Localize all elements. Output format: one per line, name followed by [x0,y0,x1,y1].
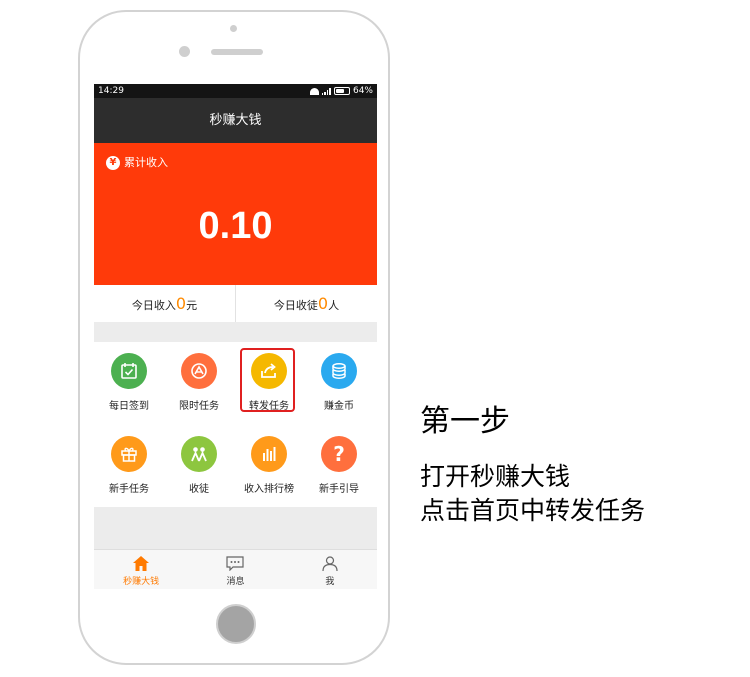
today-income-value: 0 [175,294,187,313]
app-title: 秒赚大钱 [94,98,377,143]
gift-icon [111,436,147,472]
status-time: 14:29 [98,86,124,96]
today-income-unit: 元 [186,299,198,312]
bar-chart-icon [251,436,287,472]
grid-label: 新手任务 [109,484,149,495]
caption-title: 第一步 [420,404,510,439]
grid-label: 收入排行榜 [244,484,294,495]
home-icon [133,556,150,575]
yen-icon: ¥ [106,156,120,170]
user-icon [322,556,338,575]
tab-home-label: 秒赚大钱 [123,577,160,587]
today-recruit-label: 今日收徒 [273,299,318,312]
tab-messages[interactable]: 消息 [188,550,282,589]
caption-line-2: 点击首页中转发任务 [420,496,646,525]
tab-home[interactable]: 秒赚大钱 [94,550,188,589]
question-icon: ? [321,436,357,472]
front-camera [179,46,190,57]
share-task-highlight [240,348,295,412]
message-icon [226,556,245,575]
instruction-caption: 第一步 打开秒赚大钱 点击首页中转发任务 [420,402,645,528]
people-icon [181,436,217,472]
today-recruit-value: 0 [317,294,329,313]
feature-grid: 每日签到 限时任务 转发任务 赚金币 新手任务 收徒 收入排行榜 ? 新手引导 [94,342,377,507]
wifi-icon [309,87,319,95]
caption-line-1: 打开秒赚大钱 [420,462,571,491]
status-indicators: 64% [309,84,373,98]
grid-label: 收徒 [189,484,209,495]
tab-me[interactable]: 我 [283,550,377,589]
grid-item-timed-task[interactable]: 限时任务 [164,342,234,412]
today-income: 今日收入0元 [94,285,235,322]
grid-item-recruit[interactable]: 收徒 [164,425,234,495]
signal-icon [321,87,331,95]
grid-item-income-ranking[interactable]: 收入排行榜 [234,425,304,495]
grid-label: 每日签到 [109,401,149,412]
today-recruit: 今日收徒0人 [235,285,377,322]
battery-icon [333,87,350,95]
today-income-label: 今日收入 [131,299,176,312]
grid-item-earn-coins[interactable]: 赚金币 [304,342,374,412]
timer-icon [181,353,217,389]
income-panel: ¥ 累计收入 0.10 [94,143,377,285]
tab-me-label: 我 [325,577,335,587]
grid-item-newbie-guide[interactable]: ? 新手引导 [304,425,374,495]
battery-percent: 64% [352,86,373,96]
phone-sensor-dot [230,25,237,32]
phone-speaker [211,49,263,55]
stats-row: 今日收入0元 今日收徒0人 [94,285,377,322]
coins-icon [321,353,357,389]
income-label: 累计收入 [124,156,168,169]
grid-item-newbie-task[interactable]: 新手任务 [94,425,164,495]
calendar-check-icon [111,353,147,389]
grid-label: 赚金币 [324,401,354,412]
home-button[interactable] [216,604,256,644]
income-value: 0.10 [198,205,273,247]
bottom-tab-bar: 秒赚大钱 消息 我 [94,549,377,589]
app-screen: 14:29 64% 秒赚大钱 ¥ 累计收入 0.10 今日收入0元 今日收徒0人… [94,84,377,589]
grid-item-daily-checkin[interactable]: 每日签到 [94,342,164,412]
today-recruit-unit: 人 [328,299,340,312]
grid-label: 限时任务 [179,401,219,412]
tab-messages-label: 消息 [226,577,245,587]
grid-label: 新手引导 [319,484,359,495]
status-bar: 14:29 64% [94,84,377,98]
